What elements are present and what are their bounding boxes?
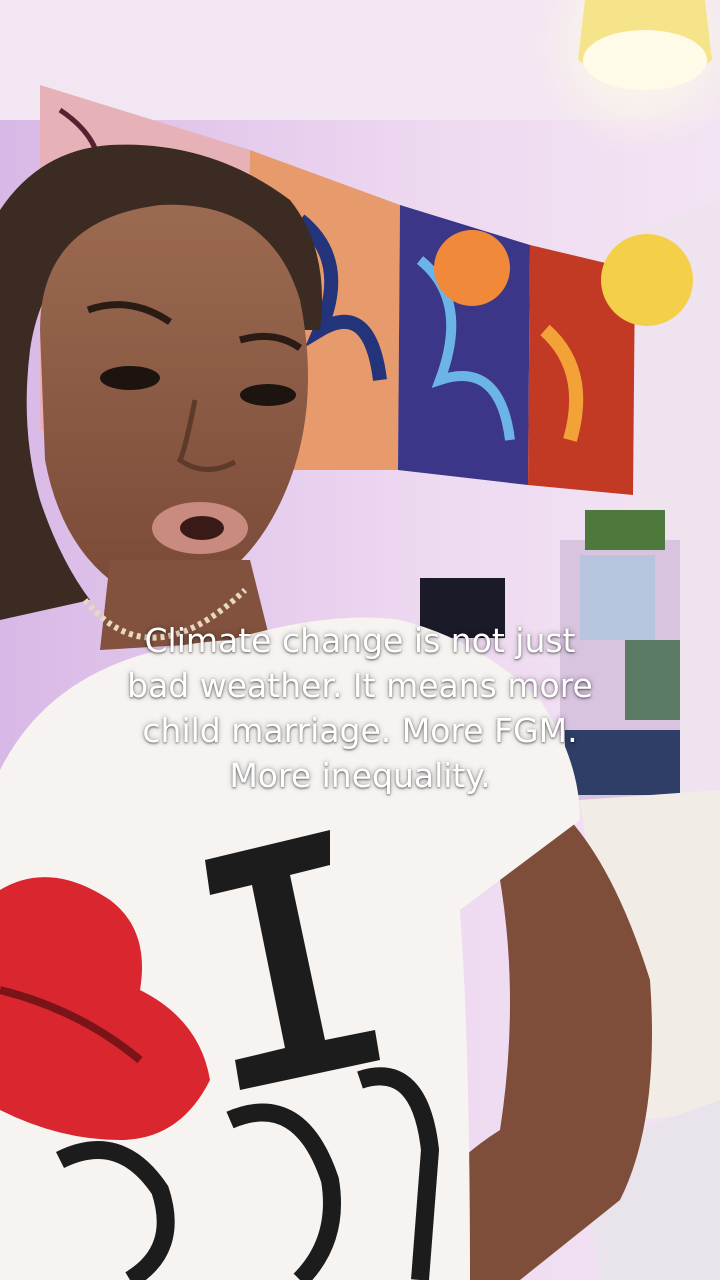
- lantern-orange: [434, 230, 510, 306]
- caption-line: child marriage. More FGM.: [142, 711, 578, 750]
- caption-line: bad weather. It means more: [127, 666, 593, 705]
- video-frame[interactable]: Climate change is not just bad weather. …: [0, 0, 720, 1280]
- right-eye: [240, 384, 296, 406]
- caption-line: Climate change is not just: [144, 621, 576, 660]
- lantern-yellow: [601, 234, 693, 326]
- video-caption: Climate change is not just bad weather. …: [0, 618, 720, 798]
- caption-line: More inequality.: [229, 756, 491, 795]
- left-eye: [100, 366, 160, 390]
